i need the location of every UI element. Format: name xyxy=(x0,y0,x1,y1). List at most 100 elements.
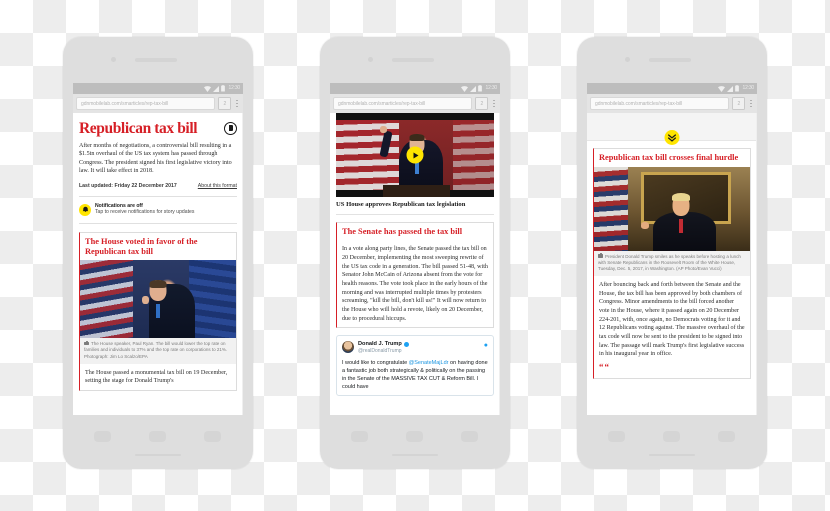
tweet-text-part-1: I would like to congratulate xyxy=(342,359,409,366)
battery-icon xyxy=(735,85,740,92)
earpiece-speaker xyxy=(649,58,691,62)
avatar xyxy=(342,341,354,354)
address-bar[interactable]: gdnmobilelab.com/smarticles/rep-tax-bill xyxy=(76,97,216,110)
tweet-mention[interactable]: @SenateMajLdr xyxy=(409,360,449,366)
paul-ryan-photo xyxy=(80,260,236,339)
wifi-icon xyxy=(204,85,212,92)
scrollbar[interactable] xyxy=(755,113,757,415)
last-updated-text: Last updated: Friday 22 December 2017 xyxy=(79,183,177,190)
content-fade xyxy=(587,401,757,415)
story-card[interactable]: The House voted in favor of the Republic… xyxy=(79,232,237,392)
story-headline: Republican tax bill crosses final hurdle xyxy=(599,153,739,162)
article-standfirst: After months of negotiations, a controve… xyxy=(79,142,232,175)
phone-mockup-2: 12:30 gdnmobilelab.com/smarticles/rep-ta… xyxy=(320,37,510,469)
status-bar-clock: 12:30 xyxy=(485,85,497,91)
phone-screen-2: 12:30 gdnmobilelab.com/smarticles/rep-ta… xyxy=(330,83,500,415)
nav-home-button[interactable] xyxy=(663,431,680,442)
signal-icon xyxy=(470,85,477,92)
tab-switcher-icon[interactable]: 2 xyxy=(475,97,489,110)
notification-subtitle: Tap to receive notifications for story u… xyxy=(95,209,195,216)
kebab-menu-icon[interactable] xyxy=(234,99,240,108)
url-text: gdnmobilelab.com/smarticles/rep-tax-bill xyxy=(338,100,426,107)
guardian-logo xyxy=(224,122,237,136)
front-camera-icon xyxy=(368,57,373,62)
tab-switcher-icon[interactable]: 2 xyxy=(218,97,232,110)
tweet-handle: @realDonaldTrump xyxy=(358,348,402,355)
earpiece-speaker xyxy=(392,58,434,62)
front-camera-icon xyxy=(625,57,630,62)
tweet-author: Donald J. Trump xyxy=(358,341,409,348)
status-bar-clock: 12:30 xyxy=(742,85,754,91)
article-header: Republican tax bill xyxy=(79,113,237,139)
nav-back-button[interactable] xyxy=(94,431,111,442)
battery-icon xyxy=(221,85,226,92)
nav-recents-button[interactable] xyxy=(461,431,478,442)
verified-badge-icon xyxy=(403,342,409,348)
article-page-2: US House approves Republican tax legisla… xyxy=(330,113,500,415)
android-status-bar: 12:30 xyxy=(330,83,500,94)
video-player[interactable] xyxy=(336,113,494,197)
nav-recents-button[interactable] xyxy=(204,431,221,442)
url-text: gdnmobilelab.com/smarticles/rep-tax-bill xyxy=(81,100,169,107)
home-indicator xyxy=(135,453,181,456)
nav-back-button[interactable] xyxy=(351,431,368,442)
tab-switcher-icon[interactable]: 2 xyxy=(732,97,746,110)
earpiece-speaker xyxy=(135,58,177,62)
phone-bottom-bezel xyxy=(577,415,767,469)
nav-recents-button[interactable] xyxy=(718,431,735,442)
notification-banner[interactable]: Notifications are off Tap to receive not… xyxy=(79,197,237,225)
address-bar[interactable]: gdnmobilelab.com/smarticles/rep-tax-bill xyxy=(333,97,473,110)
tweet-text: I would like to congratulate @SenateMajL… xyxy=(342,359,488,392)
signal-icon xyxy=(213,85,220,92)
photo-caption: President Donald Trump smiles as he spea… xyxy=(594,250,750,277)
nav-home-button[interactable] xyxy=(406,431,423,442)
tweet-author-name: Donald J. Trump xyxy=(358,341,402,348)
story-body: After bouncing back and forth between th… xyxy=(599,282,745,358)
phone-mockup-1: 12:30 gdnmobilelab.com/smarticles/rep-ta… xyxy=(63,37,253,469)
story-body: The House passed a monumental tax bill o… xyxy=(85,369,228,385)
about-this-format-link[interactable]: About this format xyxy=(198,183,237,189)
phone-mockup-3: 12:30 gdnmobilelab.com/smarticles/rep-ta… xyxy=(577,37,767,469)
article-page-3: Republican tax bill crosses final hurdle… xyxy=(587,113,757,415)
wifi-icon xyxy=(718,85,726,92)
kebab-menu-icon[interactable] xyxy=(748,99,754,108)
browser-url-bar: gdnmobilelab.com/smarticles/rep-tax-bill… xyxy=(73,94,243,113)
pull-quote-mark: ““ xyxy=(599,361,610,372)
browser-url-bar: gdnmobilelab.com/smarticles/rep-tax-bill… xyxy=(587,94,757,113)
nav-home-button[interactable] xyxy=(149,431,166,442)
status-bar-clock: 12:30 xyxy=(228,85,240,91)
wifi-icon xyxy=(461,85,469,92)
jump-to-latest-icon[interactable] xyxy=(664,130,680,145)
android-status-bar: 12:30 xyxy=(587,83,757,94)
page-top-spacer xyxy=(587,113,757,123)
article-page-1: Republican tax bill After months of nego… xyxy=(73,113,243,415)
story-headline: The Senate has passed the tax bill xyxy=(342,226,463,236)
front-camera-icon xyxy=(111,57,116,62)
phone-screen-1: 12:30 gdnmobilelab.com/smarticles/rep-ta… xyxy=(73,83,243,415)
scrollbar[interactable] xyxy=(498,113,500,415)
address-bar[interactable]: gdnmobilelab.com/smarticles/rep-tax-bill xyxy=(590,97,730,110)
phone-top-bezel xyxy=(63,37,253,83)
kebab-menu-icon[interactable] xyxy=(491,99,497,108)
notification-bell-icon xyxy=(79,203,91,216)
battery-icon xyxy=(478,85,483,92)
signal-icon xyxy=(727,85,734,92)
browser-url-bar: gdnmobilelab.com/smarticles/rep-tax-bill… xyxy=(330,94,500,113)
content-fade xyxy=(73,401,243,415)
scrollbar[interactable] xyxy=(241,113,243,415)
caption-text: The House speaker, Paul Ryan. The bill w… xyxy=(84,341,228,359)
photo-caption: The House speaker, Paul Ryan. The bill w… xyxy=(80,338,236,364)
nav-back-button[interactable] xyxy=(608,431,625,442)
twitter-bird-icon: ● xyxy=(483,342,488,350)
jump-button-row xyxy=(587,123,757,145)
donald-trump-photo xyxy=(594,166,750,251)
article-meta-row: Last updated: Friday 22 December 2017 Ab… xyxy=(79,183,237,198)
story-card[interactable]: Republican tax bill crosses final hurdle… xyxy=(593,148,751,379)
embedded-tweet[interactable]: ● Donald J. Trump @realDonaldTrump I wou… xyxy=(336,335,494,397)
story-card[interactable]: The Senate has passed the tax bill In a … xyxy=(336,221,494,329)
phone-top-bezel xyxy=(577,37,767,83)
story-body: In a vote along party lines, the Senate … xyxy=(342,246,488,322)
play-button-icon[interactable] xyxy=(406,146,424,164)
home-indicator xyxy=(649,453,695,456)
caption-text: President Donald Trump smiles as he spea… xyxy=(598,253,741,271)
